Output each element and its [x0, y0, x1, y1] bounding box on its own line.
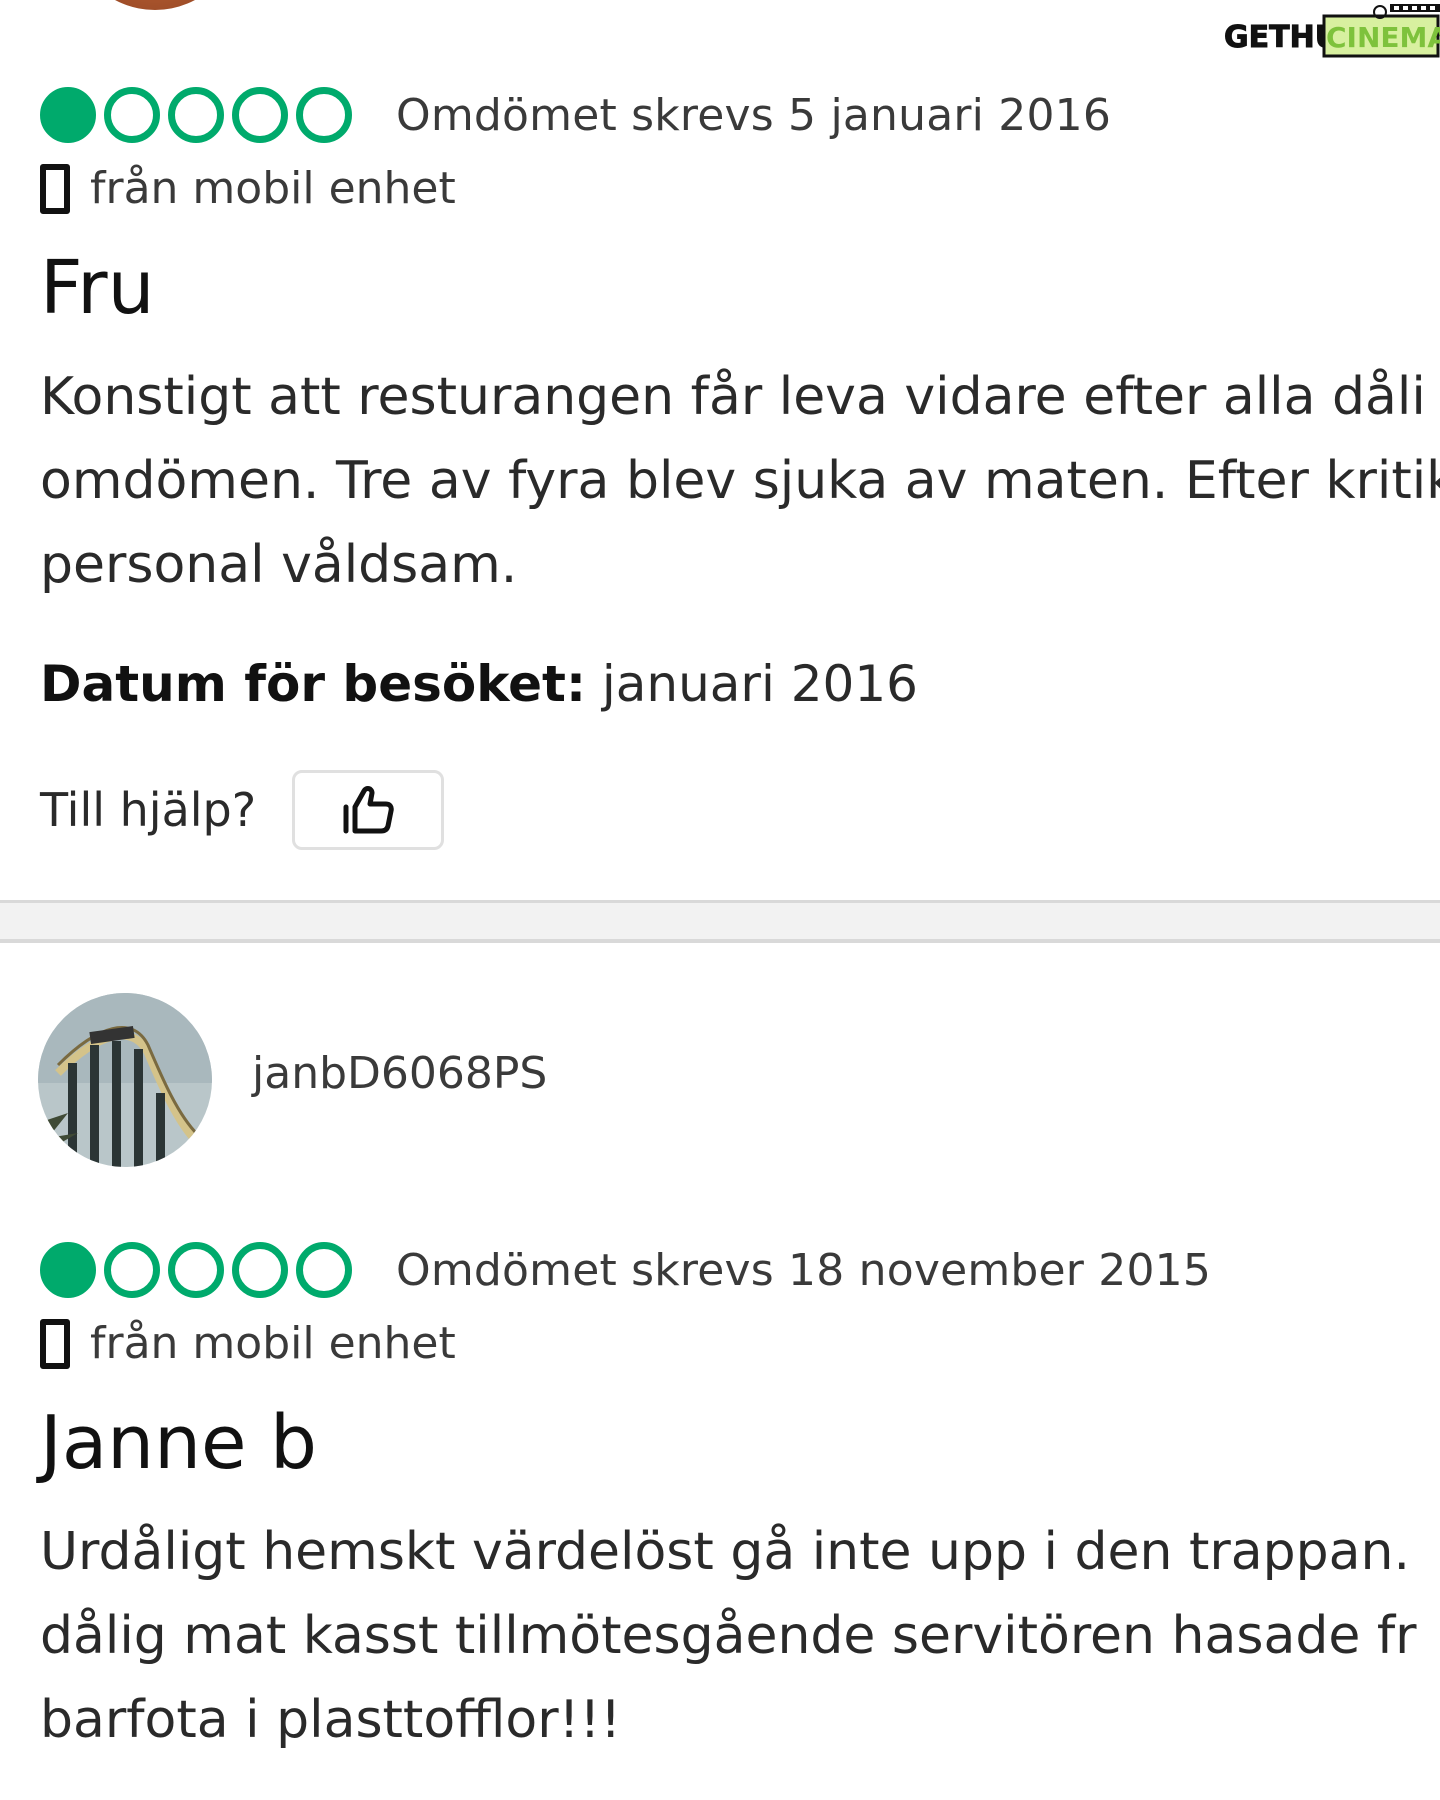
device-row: från mobil enhet: [40, 163, 456, 214]
review-body: Konstigt att resturangen får leva vidare…: [40, 355, 1440, 607]
rating-bubble-empty: [232, 1242, 288, 1298]
visit-date: Datum för besöket: januari 2016: [40, 655, 918, 713]
rating-bubble-empty: [104, 87, 160, 143]
review-body: Urdåligt hemskt värdelöst gå inte upp i …: [40, 1510, 1440, 1762]
rating-bubble-empty: [168, 1242, 224, 1298]
roller-coaster-avatar-image: [38, 993, 212, 1167]
visit-date-value: januari 2016: [585, 655, 918, 713]
rating-bubble-empty: [168, 87, 224, 143]
rating-bubble-filled: [40, 1242, 96, 1298]
review-body-line: Urdåligt hemskt värdelöst gå inte upp i …: [40, 1522, 1411, 1582]
review-title[interactable]: Janne b: [40, 1400, 317, 1486]
device-label: från mobil enhet: [90, 163, 456, 214]
reviewer-avatar[interactable]: [38, 993, 212, 1167]
previous-reviewer-avatar[interactable]: [70, 0, 240, 10]
reviewer-username[interactable]: janbD6068PS: [252, 1048, 547, 1099]
rating-bubble-empty: [104, 1242, 160, 1298]
device-row: från mobil enhet: [40, 1318, 456, 1369]
review-body-line: dålig mat kasst tillmötesgående servitör…: [40, 1606, 1417, 1666]
helpful-vote-button[interactable]: [292, 770, 445, 850]
device-label: från mobil enhet: [90, 1318, 456, 1369]
review-title[interactable]: Fru: [40, 245, 155, 331]
rating-bubbles: [40, 87, 352, 143]
rating-bubble-filled: [40, 87, 96, 143]
watermark-logo: GETHU CINEMA: [1222, 4, 1440, 58]
svg-text:CINEMA: CINEMA: [1326, 21, 1440, 54]
review-date: Omdömet skrevs 5 januari 2016: [396, 89, 1112, 141]
review-body-line: personal våldsam.: [40, 535, 518, 595]
mobile-phone-icon: [40, 163, 70, 214]
rating-row: Omdömet skrevs 18 november 2015: [40, 1240, 1211, 1300]
review-date: Omdömet skrevs 18 november 2015: [396, 1244, 1212, 1296]
rating-row: Omdömet skrevs 5 januari 2016: [40, 85, 1111, 145]
review-body-line: Konstigt att resturangen får leva vidare…: [40, 367, 1426, 427]
mobile-phone-icon: [40, 1318, 70, 1369]
thumbs-up-icon: [343, 786, 394, 834]
visit-date-label: Datum för besöket:: [40, 655, 586, 713]
helpful-label: Till hjälp?: [40, 783, 257, 837]
review-body-line: omdömen. Tre av fyra blev sjuka av maten…: [40, 451, 1440, 511]
rating-bubble-empty: [296, 1242, 352, 1298]
rating-bubbles: [40, 1242, 352, 1298]
helpful-row: Till hjälp?: [40, 770, 445, 850]
rating-bubble-empty: [296, 87, 352, 143]
section-divider-band: [0, 903, 1440, 939]
review-body-line: barfota i plasttofflor!!!: [40, 1690, 622, 1750]
section-divider: [0, 939, 1440, 943]
svg-text:GETHU: GETHU: [1224, 20, 1339, 55]
rating-bubble-empty: [232, 87, 288, 143]
